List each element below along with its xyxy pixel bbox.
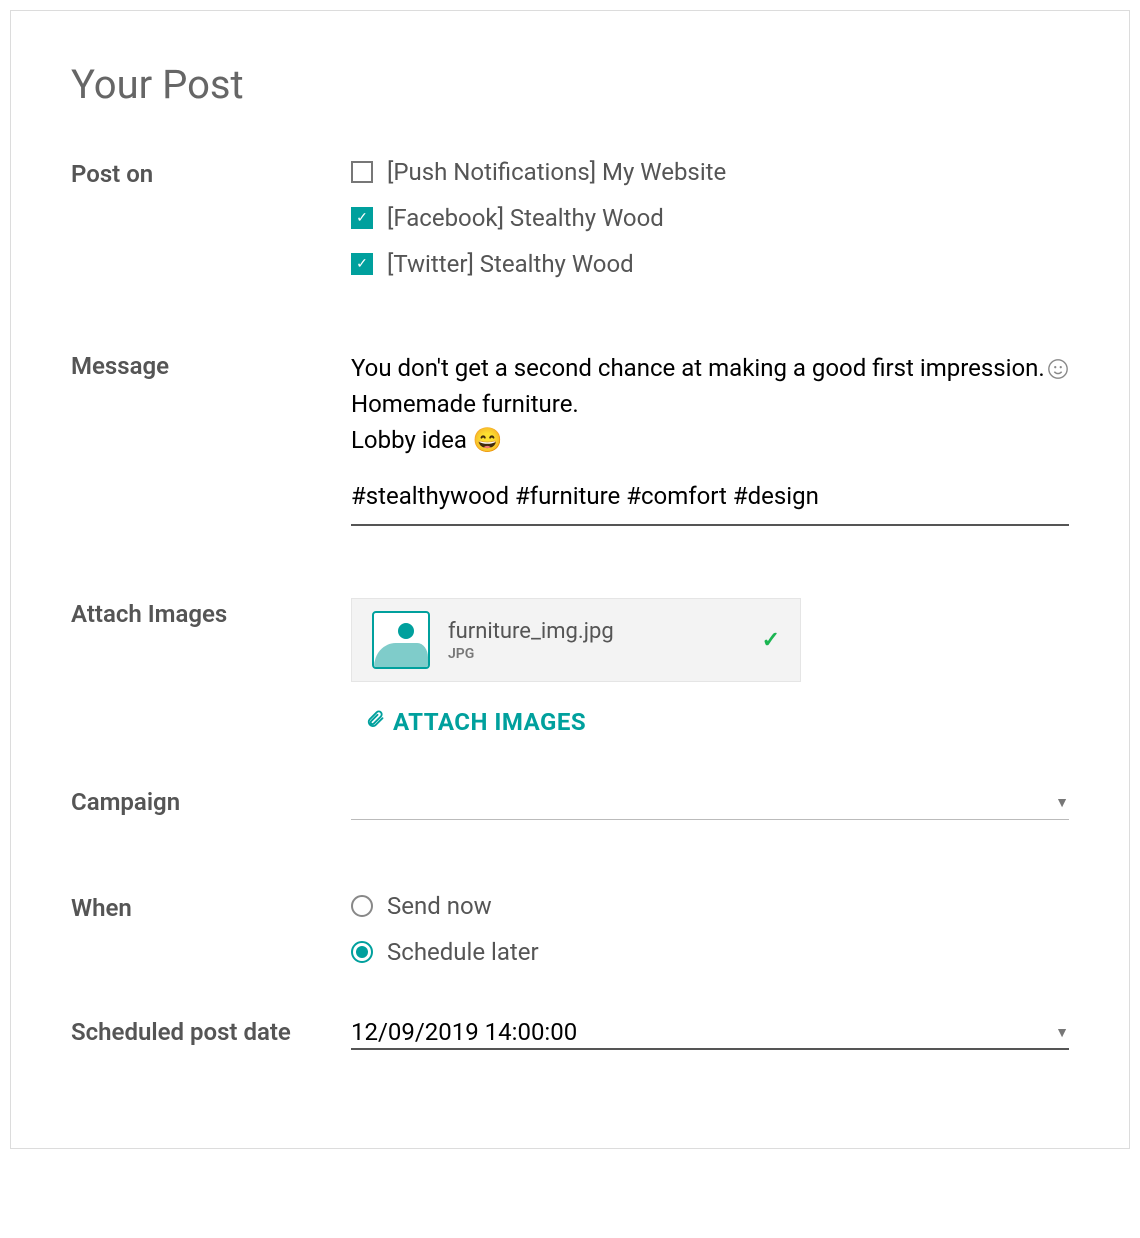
scheduled-date-input[interactable]: 12/09/2019 14:00:00 ▼ xyxy=(351,1016,1069,1050)
chevron-down-icon: ▼ xyxy=(1055,1024,1069,1041)
message-body: You don't get a second chance at making … xyxy=(351,350,1069,458)
message-value: You don't get a second chance at making … xyxy=(351,350,1069,526)
attach-images-button-label: ATTACH IMAGES xyxy=(393,708,586,736)
image-thumbnail-icon xyxy=(372,611,430,669)
when-option-schedule-later[interactable]: Schedule later xyxy=(351,938,1069,966)
attachment-card[interactable]: furniture_img.jpg JPG ✓ xyxy=(351,598,801,682)
attach-images-value: furniture_img.jpg JPG ✓ ATTACH IMAGES xyxy=(351,598,1069,736)
chevron-down-icon: ▼ xyxy=(1055,794,1069,811)
scheduled-date-text: 12/09/2019 14:00:00 xyxy=(351,1018,577,1046)
post-on-options: [Push Notifications] My Website ✓ [Faceb… xyxy=(351,158,1069,278)
when-row: When Send now Schedule later xyxy=(71,892,1069,966)
radio-icon[interactable] xyxy=(351,941,373,963)
post-on-option-push[interactable]: [Push Notifications] My Website xyxy=(351,158,1069,186)
message-label: Message xyxy=(71,350,351,380)
attachment-filetype: JPG xyxy=(448,646,744,662)
scheduled-date-value: 12/09/2019 14:00:00 ▼ xyxy=(351,1016,1069,1050)
post-on-option-facebook[interactable]: ✓ [Facebook] Stealthy Wood xyxy=(351,204,1069,232)
scheduled-date-label: Scheduled post date xyxy=(71,1016,351,1046)
checkbox-icon[interactable] xyxy=(351,161,373,183)
radio-label: Send now xyxy=(387,892,492,920)
message-row: Message You don't get a second chance at… xyxy=(71,350,1069,526)
post-on-option-twitter[interactable]: ✓ [Twitter] Stealthy Wood xyxy=(351,250,1069,278)
attach-images-label: Attach Images xyxy=(71,598,351,628)
when-option-send-now[interactable]: Send now xyxy=(351,892,1069,920)
message-input[interactable]: You don't get a second chance at making … xyxy=(351,350,1069,526)
checkbox-label: [Facebook] Stealthy Wood xyxy=(387,204,664,232)
message-hashtags: #stealthywood #furniture #comfort #desig… xyxy=(351,478,1069,514)
when-options: Send now Schedule later xyxy=(351,892,1069,966)
checkbox-icon[interactable]: ✓ xyxy=(351,253,373,275)
page-title: Your Post xyxy=(71,61,1069,108)
checkbox-icon[interactable]: ✓ xyxy=(351,207,373,229)
attach-images-button[interactable]: ATTACH IMAGES xyxy=(351,708,1069,736)
radio-icon[interactable] xyxy=(351,895,373,917)
attachment-filename: furniture_img.jpg xyxy=(448,619,744,644)
emoji-picker-icon[interactable] xyxy=(1047,358,1069,386)
campaign-row: Campaign ▼ xyxy=(71,786,1069,820)
scheduled-date-row: Scheduled post date 12/09/2019 14:00:00 … xyxy=(71,1016,1069,1050)
campaign-value: ▼ xyxy=(351,786,1069,820)
post-form-panel: Your Post Post on [Push Notifications] M… xyxy=(10,10,1130,1149)
post-on-label: Post on xyxy=(71,158,351,188)
campaign-select[interactable]: ▼ xyxy=(351,786,1069,820)
paperclip-icon xyxy=(365,709,385,735)
checkbox-label: [Twitter] Stealthy Wood xyxy=(387,250,634,278)
upload-success-icon: ✓ xyxy=(762,628,780,653)
radio-label: Schedule later xyxy=(387,938,539,966)
attach-images-row: Attach Images furniture_img.jpg JPG ✓ xyxy=(71,598,1069,736)
post-on-row: Post on [Push Notifications] My Website … xyxy=(71,158,1069,278)
when-label: When xyxy=(71,892,351,922)
campaign-label: Campaign xyxy=(71,786,351,816)
checkbox-label: [Push Notifications] My Website xyxy=(387,158,726,186)
attachment-meta: furniture_img.jpg JPG xyxy=(448,619,744,662)
